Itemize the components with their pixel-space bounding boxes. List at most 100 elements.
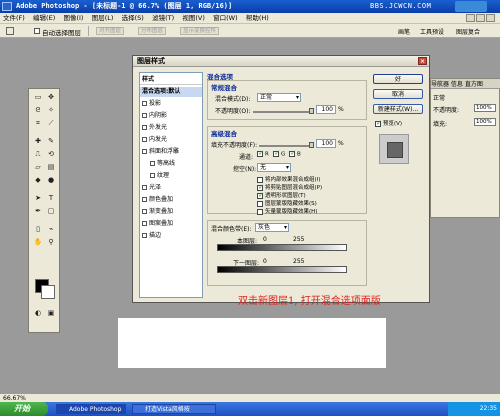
dialog-title-bar[interactable]: 图层样式 × xyxy=(133,56,429,67)
panel-tabs[interactable]: 导航器 信息 直方图 xyxy=(431,79,500,89)
channel-b-check[interactable] xyxy=(289,149,296,157)
menu-view[interactable]: 视图(V) xyxy=(179,13,208,24)
stroke-checkbox[interactable] xyxy=(142,233,147,238)
preview-checkbox[interactable]: 预览(V) xyxy=(375,119,402,127)
background-color-swatch[interactable] xyxy=(41,285,55,299)
tab-brushes[interactable]: 画笔 xyxy=(398,27,410,36)
shape-tool-icon[interactable]: ▢ xyxy=(46,207,56,216)
menu-window[interactable]: 窗口(W) xyxy=(210,13,241,24)
eraser-tool-icon[interactable]: ▱ xyxy=(33,163,43,172)
layer-mask-hides-check[interactable] xyxy=(257,200,263,207)
cancel-button[interactable]: 取消 xyxy=(373,89,423,99)
tab-tool-presets[interactable]: 工具预设 xyxy=(420,27,444,36)
task-vista-tutorial[interactable]: 打造Vista风格按 xyxy=(132,404,216,414)
magic-wand-icon[interactable]: ✧ xyxy=(46,106,56,115)
brush-tool-icon[interactable]: ✎ xyxy=(46,137,56,146)
satin-checkbox[interactable] xyxy=(142,185,147,190)
window-title-bar[interactable]: Adobe Photoshop - [未标题-1 @ 66.7% (图层 1, … xyxy=(0,0,500,13)
channel-g-check[interactable] xyxy=(273,149,280,157)
style-item-inner-glow[interactable]: 内发光 xyxy=(140,135,202,145)
distribute-layers-button[interactable]: 分布图层 xyxy=(138,27,167,35)
layer-mask-hides-checkbox[interactable]: 图层蒙版隐藏效果(S) xyxy=(257,199,317,207)
screen-mode-icon[interactable]: ▣ xyxy=(46,309,56,318)
quick-mask-icon[interactable]: ◐ xyxy=(33,309,43,318)
gradient-tool-icon[interactable]: ▤ xyxy=(46,163,56,172)
menu-select[interactable]: 选择(S) xyxy=(119,13,147,24)
ok-button[interactable]: 好 xyxy=(373,74,423,84)
move-tool-icon[interactable] xyxy=(6,27,14,35)
minimize-icon[interactable] xyxy=(466,14,475,22)
pen-tool-icon[interactable]: ✒ xyxy=(33,207,43,216)
document-canvas[interactable] xyxy=(118,318,386,368)
clone-stamp-icon[interactable]: ⎍ xyxy=(33,150,43,159)
channel-g-checkbox[interactable]: G xyxy=(273,149,285,158)
texture-checkbox[interactable] xyxy=(150,173,155,178)
layer-fill-field[interactable]: 100% xyxy=(474,118,496,126)
blend-interior-effects-checkbox[interactable]: 将内部效果混合成组(I) xyxy=(257,175,320,183)
fill-opacity-slider-knob[interactable] xyxy=(309,142,314,148)
show-transform-button[interactable]: 显示变换控件 xyxy=(180,27,220,35)
gradient-overlay-checkbox[interactable] xyxy=(142,209,147,214)
style-item-inner-shadow[interactable]: 内阴影 xyxy=(140,111,202,121)
channel-b-checkbox[interactable]: B xyxy=(289,149,301,158)
start-button[interactable]: 开始 xyxy=(0,402,48,416)
path-select-icon[interactable]: ➤ xyxy=(33,194,43,203)
fill-opacity-field[interactable]: 100 xyxy=(316,139,336,148)
menu-file[interactable]: 文件(F) xyxy=(0,13,28,24)
transparency-shapes-checkbox[interactable]: 透明形状图层(T) xyxy=(257,191,306,199)
fill-opacity-slider[interactable] xyxy=(259,142,314,148)
history-brush-icon[interactable]: ⟲ xyxy=(46,150,56,159)
bevel-emboss-checkbox[interactable] xyxy=(142,149,147,154)
vector-mask-hides-check[interactable] xyxy=(257,208,263,215)
style-item-satin[interactable]: 光泽 xyxy=(140,183,202,193)
auto-select-checkbox[interactable] xyxy=(34,28,40,34)
contour-checkbox[interactable] xyxy=(150,161,155,166)
drop-shadow-checkbox[interactable] xyxy=(142,101,147,106)
style-item-blending-options[interactable]: 混合选项:默认 xyxy=(140,87,202,97)
style-item-stroke[interactable]: 描边 xyxy=(140,231,202,241)
zoom-tool-icon[interactable]: ⚲ xyxy=(46,238,56,247)
style-item-outer-glow[interactable]: 外发光 xyxy=(140,123,202,133)
outer-glow-checkbox[interactable] xyxy=(142,125,147,130)
style-item-bevel-emboss[interactable]: 斜面和浮雕 xyxy=(140,147,202,157)
slice-tool-icon[interactable]: ⟋ xyxy=(46,119,56,128)
align-layers-button[interactable]: 对齐图层 xyxy=(96,27,125,35)
knockout-select[interactable]: 无 xyxy=(257,163,291,172)
menu-help[interactable]: 帮助(H) xyxy=(243,13,272,24)
healing-brush-icon[interactable]: ✚ xyxy=(33,137,43,146)
eyedropper-icon[interactable]: ⌁ xyxy=(46,225,56,234)
vector-mask-hides-checkbox[interactable]: 矢量蒙版隐藏效果(H) xyxy=(257,207,317,215)
blend-if-select[interactable]: 灰色 xyxy=(255,223,289,232)
opacity-slider-knob[interactable] xyxy=(309,108,314,114)
menu-filter[interactable]: 滤镜(T) xyxy=(149,13,177,24)
move-tool-icon[interactable]: ✥ xyxy=(46,93,56,102)
notes-tool-icon[interactable]: ▯ xyxy=(33,225,43,234)
dodge-tool-icon[interactable]: ● xyxy=(46,176,56,185)
lasso-tool-icon[interactable]: ᘓ xyxy=(33,106,43,115)
style-item-contour[interactable]: 等高线 xyxy=(140,159,202,169)
style-item-color-overlay[interactable]: 颜色叠加 xyxy=(140,195,202,205)
menu-layer[interactable]: 图层(L) xyxy=(89,13,117,24)
dialog-close-button[interactable]: × xyxy=(418,57,427,65)
menu-edit[interactable]: 编辑(E) xyxy=(30,13,58,24)
inner-glow-checkbox[interactable] xyxy=(142,137,147,142)
zoom-level[interactable]: 66.67% xyxy=(3,395,26,402)
type-tool-icon[interactable]: T xyxy=(46,194,56,203)
opacity-field[interactable]: 100 xyxy=(316,105,336,114)
style-item-drop-shadow[interactable]: 投影 xyxy=(140,99,202,109)
menu-image[interactable]: 图像(I) xyxy=(60,13,86,24)
hand-tool-icon[interactable]: ✋ xyxy=(33,238,43,247)
preview-check[interactable] xyxy=(375,119,382,127)
marquee-tool-icon[interactable]: ▭ xyxy=(33,93,43,102)
layer-opacity-field[interactable]: 100% xyxy=(474,104,496,112)
tab-layer-comps[interactable]: 图层复合 xyxy=(456,27,480,36)
channel-r-checkbox[interactable]: R xyxy=(257,149,269,158)
crop-tool-icon[interactable]: ⌗ xyxy=(33,119,43,128)
transparency-shapes-check[interactable] xyxy=(257,191,264,199)
blend-clipped-layers-checkbox[interactable]: 将剪贴图层混合成组(P) xyxy=(257,183,322,191)
blur-tool-icon[interactable]: ◆ xyxy=(33,176,43,185)
close-icon[interactable] xyxy=(486,14,495,22)
color-overlay-checkbox[interactable] xyxy=(142,197,147,202)
task-photoshop[interactable]: Adobe Photoshop xyxy=(56,404,126,414)
new-style-button[interactable]: 新建样式(W)... xyxy=(373,104,423,114)
